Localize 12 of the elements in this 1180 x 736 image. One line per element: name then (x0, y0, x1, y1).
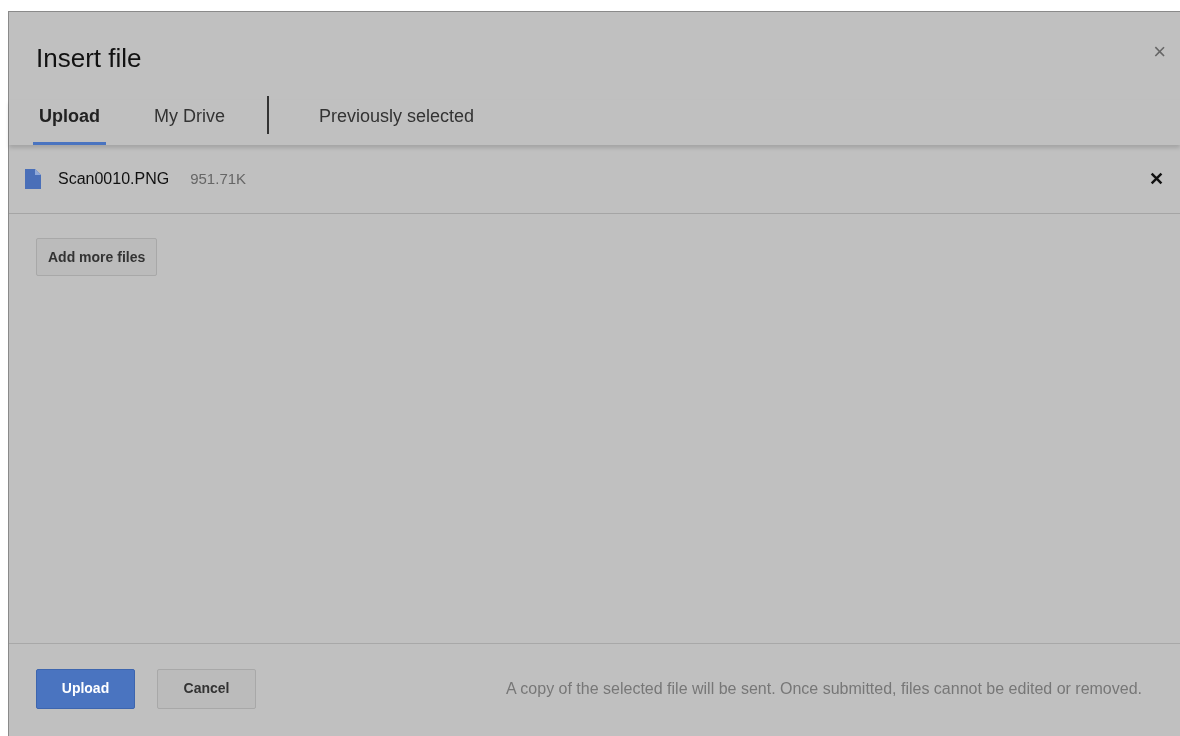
dialog-title: Insert file (36, 42, 142, 75)
document-icon (25, 169, 41, 189)
tab[interactable]: Previously selected (313, 100, 481, 145)
tab[interactable]: Upload (33, 100, 106, 145)
tab[interactable]: My Drive (148, 100, 231, 145)
add-more-files-button[interactable]: Add more files (36, 238, 158, 276)
file-name: Scan0010.PNG (58, 169, 170, 189)
cancel-button[interactable]: Cancel (157, 668, 256, 709)
upload-note: A copy of the selected file will be sent. Once submitted, files cannot be edited or removed. (506, 678, 1142, 699)
upload-button[interactable]: Upload (36, 668, 135, 709)
file-size: 951.71K (190, 168, 247, 189)
remove-file-button[interactable]: ✕ (1149, 170, 1164, 188)
